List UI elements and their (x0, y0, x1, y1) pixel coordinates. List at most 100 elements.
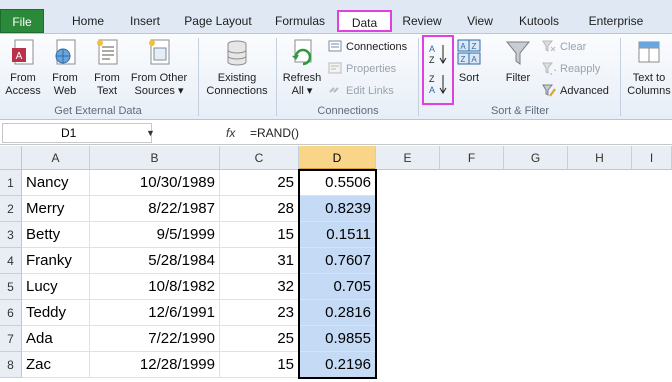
column-header-c[interactable]: C (220, 146, 299, 170)
sort-z-to-a-button[interactable]: Z A (428, 72, 450, 96)
formula-input[interactable]: =RAND() (250, 123, 299, 143)
reapply-button[interactable]: Reapply (542, 60, 600, 78)
cell-c8[interactable]: 15 (220, 352, 299, 378)
ribbon-separator (276, 38, 277, 116)
cell-c1[interactable]: 25 (220, 170, 299, 196)
from-other-sources-button[interactable]: From Other Sources ▾ (128, 38, 190, 98)
from-web-label-1: From (52, 72, 78, 84)
ribbon-separator (198, 38, 199, 116)
column-header-h[interactable]: H (568, 146, 632, 170)
row-header-7[interactable]: 7 (0, 326, 22, 352)
select-all-corner[interactable] (0, 146, 22, 170)
row-header-8[interactable]: 8 (0, 352, 22, 378)
properties-button[interactable]: Properties (328, 60, 396, 78)
filter-button[interactable]: Filter (500, 38, 536, 85)
svg-text:A: A (460, 42, 466, 51)
row-header-2[interactable]: 2 (0, 196, 22, 222)
cell-d2[interactable]: 0.8239 (299, 196, 376, 222)
ribbon-separator (418, 38, 419, 116)
tab-file[interactable]: File (0, 9, 44, 33)
cell-a5[interactable]: Lucy (22, 274, 90, 300)
cell-c7[interactable]: 25 (220, 326, 299, 352)
cell-b7[interactable]: 7/22/1990 (90, 326, 220, 352)
cell-b5[interactable]: 10/8/1982 (90, 274, 220, 300)
column-header-d[interactable]: D (299, 146, 376, 170)
tab-insert[interactable]: Insert (120, 10, 170, 32)
sort-label: Sort (458, 72, 480, 84)
tab-view[interactable]: View (458, 10, 502, 32)
cell-b4[interactable]: 5/28/1984 (90, 248, 220, 274)
column-header-a[interactable]: A (22, 146, 90, 170)
cell-d4[interactable]: 0.7607 (299, 248, 376, 274)
row-header-1[interactable]: 1 (0, 170, 22, 196)
advanced-filter-icon (542, 84, 556, 97)
tab-home[interactable]: Home (62, 10, 114, 32)
column-header-f[interactable]: F (440, 146, 504, 170)
cell-c5[interactable]: 32 (220, 274, 299, 300)
tab-review[interactable]: Review (396, 10, 448, 32)
cell-a2[interactable]: Merry (22, 196, 90, 222)
tab-formulas[interactable]: Formulas (268, 10, 332, 32)
cell-c3[interactable]: 15 (220, 222, 299, 248)
existing-label-1: Existing (217, 72, 257, 84)
sort-a-to-z-button[interactable]: A Z (428, 42, 450, 66)
advanced-button[interactable]: Advanced (542, 82, 609, 100)
insert-function-button[interactable]: fx (226, 123, 235, 143)
cell-d1[interactable]: 0.5506 (299, 170, 376, 196)
sort-button[interactable]: A Z Z A Sort (456, 38, 482, 85)
cell-d8[interactable]: 0.2196 (299, 352, 376, 378)
cell-b8[interactable]: 12/28/1999 (90, 352, 220, 378)
column-header-i[interactable]: I (632, 146, 672, 170)
cell-c6[interactable]: 23 (220, 300, 299, 326)
access-icon: A (12, 39, 34, 65)
tab-kutools[interactable]: Kutools (508, 10, 570, 32)
column-header-b[interactable]: B (90, 146, 220, 170)
clear-button[interactable]: Clear (542, 38, 586, 56)
refresh-icon (292, 39, 312, 66)
cell-a1[interactable]: Nancy (22, 170, 90, 196)
column-header-e[interactable]: E (376, 146, 440, 170)
row-header-3[interactable]: 3 (0, 222, 22, 248)
existing-connections-button[interactable]: Existing Connections (202, 38, 272, 98)
from-access-button[interactable]: A From Access (4, 38, 42, 98)
sort-ascending-icon: A Z (429, 44, 447, 65)
cell-a6[interactable]: Teddy (22, 300, 90, 326)
cell-c2[interactable]: 28 (220, 196, 299, 222)
reapply-label: Reapply (560, 63, 601, 75)
cell-a4[interactable]: Franky (22, 248, 90, 274)
svg-text:Z: Z (429, 74, 435, 84)
cell-b1[interactable]: 10/30/1989 (90, 170, 220, 196)
cell-d5[interactable]: 0.705 (299, 274, 376, 300)
cell-c4[interactable]: 31 (220, 248, 299, 274)
cell-b3[interactable]: 9/5/1999 (90, 222, 220, 248)
tab-data[interactable]: Data (337, 10, 392, 32)
text-to-columns-label-2: Columns (627, 85, 671, 97)
refresh-all-button[interactable]: Refresh All ▾ (280, 38, 324, 98)
row-header-5[interactable]: 5 (0, 274, 22, 300)
from-text-button[interactable]: From Text (88, 38, 126, 98)
cell-d7[interactable]: 0.9855 (299, 326, 376, 352)
cell-a8[interactable]: Zac (22, 352, 90, 378)
ribbon-separator (620, 38, 621, 116)
from-access-label-1: From (10, 72, 36, 84)
reapply-icon (542, 62, 556, 75)
name-box[interactable]: D1 (2, 123, 152, 143)
cell-d3[interactable]: 0.1511 (299, 222, 376, 248)
connections-button[interactable]: Connections (328, 38, 407, 56)
cell-b6[interactable]: 12/6/1991 (90, 300, 220, 326)
from-web-button[interactable]: From Web (46, 38, 84, 98)
cell-b2[interactable]: 8/22/1987 (90, 196, 220, 222)
svg-text:Z: Z (461, 55, 466, 64)
cell-a3[interactable]: Betty (22, 222, 90, 248)
row-header-4[interactable]: 4 (0, 248, 22, 274)
tab-page-layout[interactable]: Page Layout (178, 10, 258, 32)
cell-a7[interactable]: Ada (22, 326, 90, 352)
tab-enterprise[interactable]: Enterprise (580, 10, 652, 32)
clear-filter-icon (542, 40, 556, 52)
cell-d6[interactable]: 0.2816 (299, 300, 376, 326)
text-to-columns-button[interactable]: Text to Columns (624, 38, 672, 98)
row-header-6[interactable]: 6 (0, 300, 22, 326)
name-box-dropdown-icon[interactable]: ▼ (146, 123, 155, 143)
column-header-g[interactable]: G (504, 146, 568, 170)
edit-links-button[interactable]: Edit Links (328, 82, 394, 100)
